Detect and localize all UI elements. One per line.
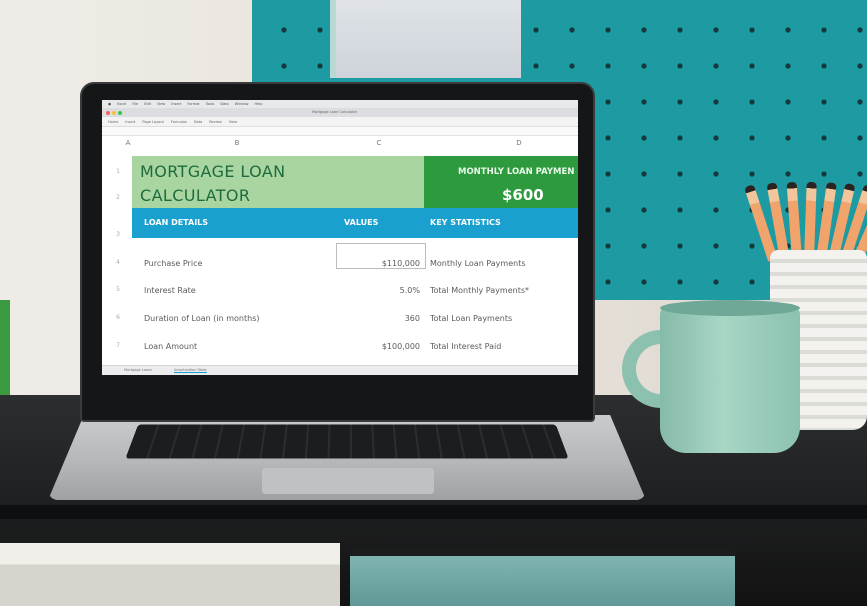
photo-scene: ● Excel File Edit View Insert Format Too… [0, 0, 867, 606]
loan-value-cell[interactable]: $110,000 [330, 259, 420, 268]
stat-label-cell[interactable]: Total Interest Paid [430, 342, 501, 351]
menu-item-view[interactable]: View [157, 102, 165, 106]
row-number[interactable]: 1 [110, 168, 126, 175]
tab-data[interactable]: Data [194, 120, 202, 124]
mug-rim [660, 300, 800, 316]
menu-item-file[interactable]: File [132, 102, 138, 106]
stat-label-cell[interactable]: Total Loan Payments [430, 314, 512, 323]
sheet-title-line2: CALCULATOR [140, 186, 251, 205]
desk-edge [0, 505, 867, 519]
column-header-a[interactable]: A [118, 136, 138, 150]
laptop-screen: ● Excel File Edit View Insert Format Too… [102, 100, 578, 375]
stat-label-cell[interactable]: Total Monthly Payments* [430, 286, 529, 295]
loan-value-cell[interactable]: 360 [330, 314, 420, 323]
tab-home[interactable]: Home [108, 120, 118, 124]
apple-icon[interactable]: ● [108, 102, 111, 106]
menu-item-data[interactable]: Data [220, 102, 228, 106]
book-right [350, 550, 735, 606]
sheet-tab-mortgage-loans[interactable]: Mortgage Loans [124, 368, 152, 372]
book-left [0, 535, 340, 606]
maximize-icon[interactable] [118, 110, 122, 115]
formula-bar[interactable] [102, 127, 578, 136]
spreadsheet-grid: A B C D 1 2 3 4 5 6 7 MORTGAGE LOAN CALC… [102, 136, 578, 365]
ribbon: Home Insert Page Layout Formulas Data Re… [102, 117, 578, 127]
pencils [744, 180, 867, 263]
sheet-tab-amortization[interactable]: Amortization Table [174, 368, 207, 373]
monthly-payment-value: $600 [502, 186, 544, 204]
row-number[interactable]: 7 [110, 342, 126, 349]
menu-bar: ● Excel File Edit View Insert Format Too… [102, 100, 578, 108]
menu-item-help[interactable]: Help [254, 102, 262, 106]
loan-label-cell[interactable]: Purchase Price [144, 259, 202, 268]
minimize-icon[interactable] [112, 110, 116, 115]
row-number[interactable]: 2 [110, 194, 126, 201]
loan-value-cell[interactable]: $100,000 [330, 342, 420, 351]
menu-item-insert[interactable]: Insert [171, 102, 181, 106]
row-number[interactable]: 4 [110, 259, 126, 266]
mug [660, 305, 800, 453]
menu-item-tools[interactable]: Tools [206, 102, 215, 106]
column-header-c[interactable]: C [364, 136, 394, 150]
keyboard [125, 424, 569, 459]
header-key-statistics: KEY STATISTICS [430, 218, 501, 227]
loan-value-cell[interactable]: 5.0% [330, 286, 420, 295]
trackpad [262, 468, 434, 494]
menu-item-format[interactable]: Format [187, 102, 199, 106]
document-title: Mortgage Loan Calculator [312, 110, 358, 114]
row-number[interactable]: 6 [110, 314, 126, 321]
tab-page-layout[interactable]: Page Layout [142, 120, 163, 124]
loan-label-cell[interactable]: Interest Rate [144, 286, 196, 295]
tab-view[interactable]: View [229, 120, 237, 124]
column-header-d[interactable]: D [504, 136, 534, 150]
menu-item-app[interactable]: Excel [117, 102, 126, 106]
header-loan-details: LOAN DETAILS [144, 218, 209, 227]
header-values: VALUES [344, 218, 379, 227]
sheet-title-line1: MORTGAGE LOAN [140, 162, 286, 181]
row-number[interactable]: 3 [110, 231, 126, 238]
tab-formulas[interactable]: Formulas [171, 120, 187, 124]
tab-insert[interactable]: Insert [125, 120, 135, 124]
loan-label-cell[interactable]: Loan Amount [144, 342, 197, 351]
tab-review[interactable]: Review [209, 120, 222, 124]
menu-item-edit[interactable]: Edit [144, 102, 151, 106]
payment-band [424, 156, 578, 208]
monthly-payment-label: MONTHLY LOAN PAYMEN [458, 167, 575, 177]
title-bar: Mortgage Loan Calculator [102, 108, 578, 117]
column-header-b[interactable]: B [222, 136, 252, 150]
close-icon[interactable] [106, 110, 110, 115]
notebook [330, 0, 521, 78]
menu-item-window[interactable]: Window [235, 102, 249, 106]
row-number[interactable]: 5 [110, 286, 126, 293]
loan-label-cell[interactable]: Duration of Loan (in months) [144, 314, 259, 323]
stat-label-cell[interactable]: Monthly Loan Payments [430, 259, 526, 268]
sheet-tab-bar: Mortgage Loans Amortization Table [102, 365, 578, 375]
